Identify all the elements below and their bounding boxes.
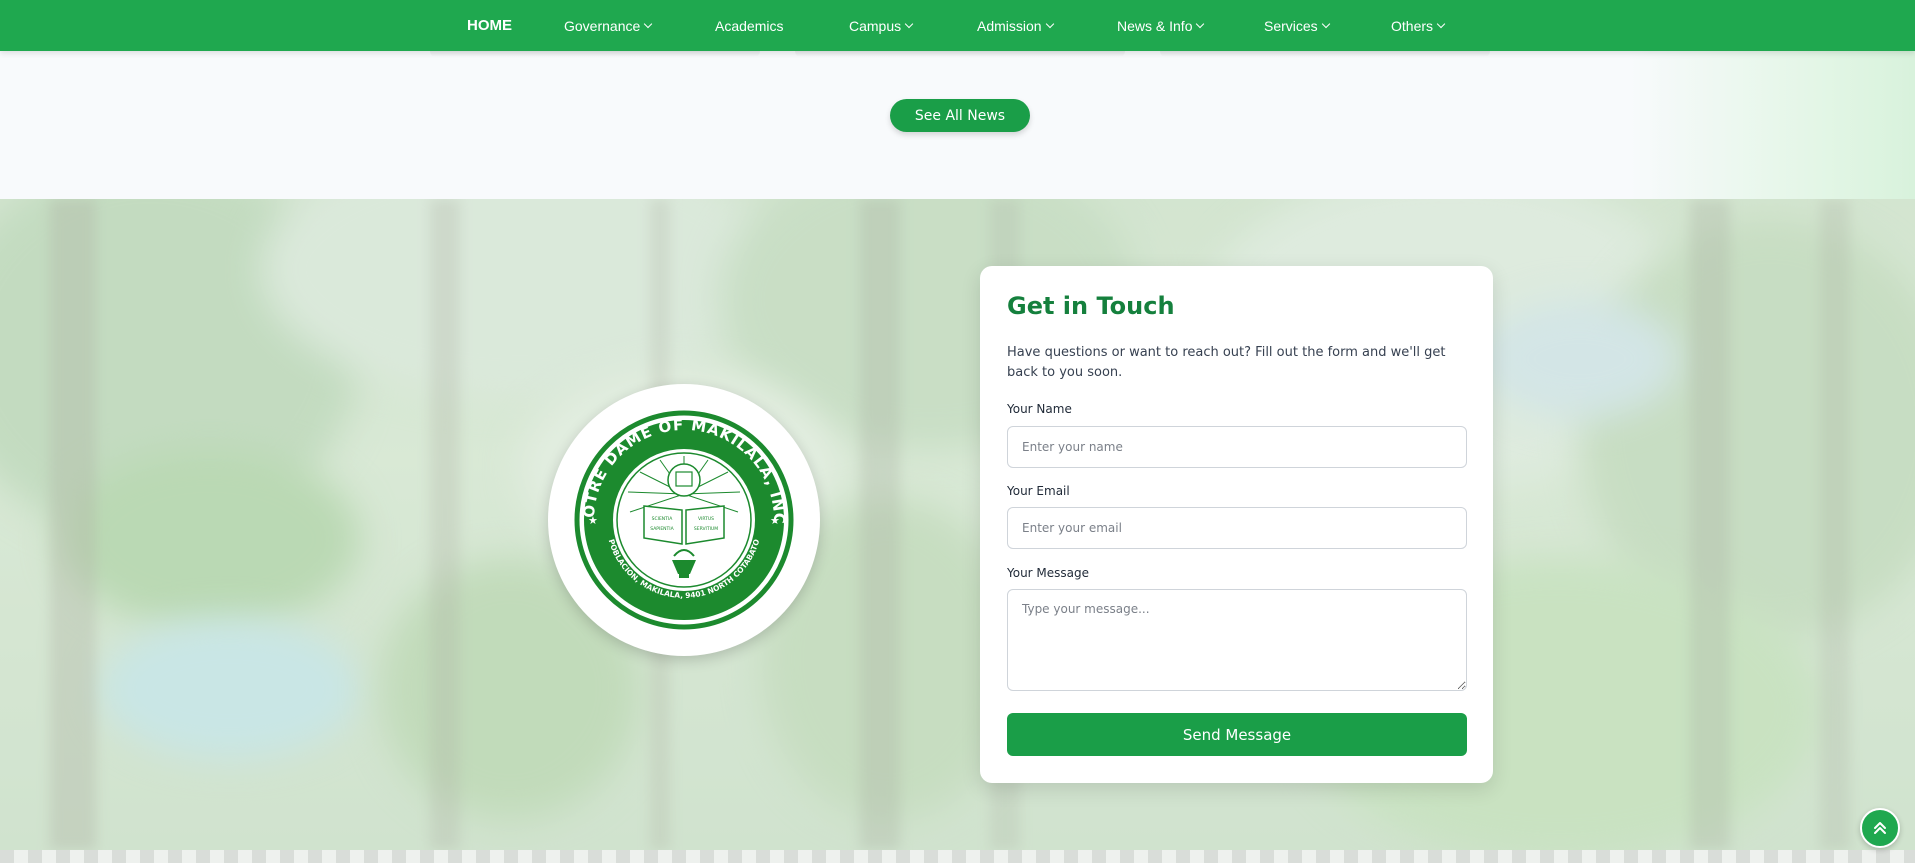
chevron-down-icon: [1045, 19, 1054, 28]
nav-item-label: Academics: [715, 17, 784, 34]
nav-item-label: HOME: [467, 17, 512, 34]
nav-item-label: Governance: [564, 17, 641, 34]
see-all-news-button[interactable]: See All News: [890, 99, 1030, 132]
next-section-edge: [0, 850, 1915, 863]
contact-section: [0, 199, 1915, 850]
nav-item-label: Campus: [849, 17, 902, 34]
seal-emblem-icon: NOTRE DAME OF MAKILALA, INC. POBLACION, …: [541, 370, 794, 630]
nav-item-label: News & Info: [1117, 17, 1193, 34]
book-text: SERVITIUM: [694, 526, 718, 532]
nav-item-news-info[interactable]: News & Info: [1117, 0, 1205, 51]
message-label: Your Message: [1007, 566, 1090, 580]
svg-text:★: ★: [588, 514, 598, 527]
nav-item-services[interactable]: Services: [1264, 0, 1330, 51]
nav-item-campus[interactable]: Campus: [849, 0, 914, 51]
chevron-down-icon: [904, 19, 914, 28]
nav-item-academics[interactable]: Academics: [715, 0, 783, 51]
name-input[interactable]: [1007, 426, 1467, 468]
nav-item-label: Others: [1391, 17, 1434, 34]
nav-item-others[interactable]: Others: [1391, 0, 1446, 51]
nav-item-label: Admission: [977, 17, 1042, 34]
chevron-down-icon: [644, 19, 653, 28]
book-text: VIRTUS: [698, 516, 714, 522]
email-label: Your Email: [1007, 484, 1070, 498]
news-card-bottom: [1160, 51, 1490, 57]
news-card-bottom: [430, 51, 760, 57]
news-card-bottom: [795, 51, 1125, 57]
nav-item-governance[interactable]: Governance: [564, 0, 653, 51]
contact-form-card: Get in Touch Have questions or want to r…: [980, 266, 1493, 783]
email-input[interactable]: [1007, 507, 1467, 549]
main-navbar: HOME Governance Academics Campus Admissi…: [0, 0, 1915, 51]
nav-item-admission[interactable]: Admission: [977, 0, 1054, 51]
chevron-down-icon: [1321, 19, 1330, 28]
name-label: Your Name: [1007, 402, 1072, 416]
scroll-to-top-button[interactable]: [1860, 808, 1900, 848]
background-photo: [0, 199, 1915, 850]
contact-title: Get in Touch: [1007, 292, 1175, 320]
chevron-down-icon: [1196, 19, 1205, 28]
chevron-down-icon: [1436, 19, 1446, 28]
nav-item-label: Services: [1264, 17, 1318, 34]
book-text: SCIENTIA: [652, 516, 674, 522]
school-seal-logo: NOTRE DAME OF MAKILALA, INC. POBLACION, …: [541, 370, 820, 656]
double-chevron-up-icon: [1874, 822, 1886, 834]
send-message-button[interactable]: Send Message: [1007, 713, 1467, 756]
contact-description: Have questions or want to reach out? Fil…: [1007, 345, 1446, 380]
svg-text:★: ★: [770, 514, 780, 527]
book-text: SAPIENTIA: [650, 526, 674, 532]
message-textarea[interactable]: [1007, 589, 1467, 691]
nav-item-home[interactable]: HOME: [467, 0, 512, 51]
